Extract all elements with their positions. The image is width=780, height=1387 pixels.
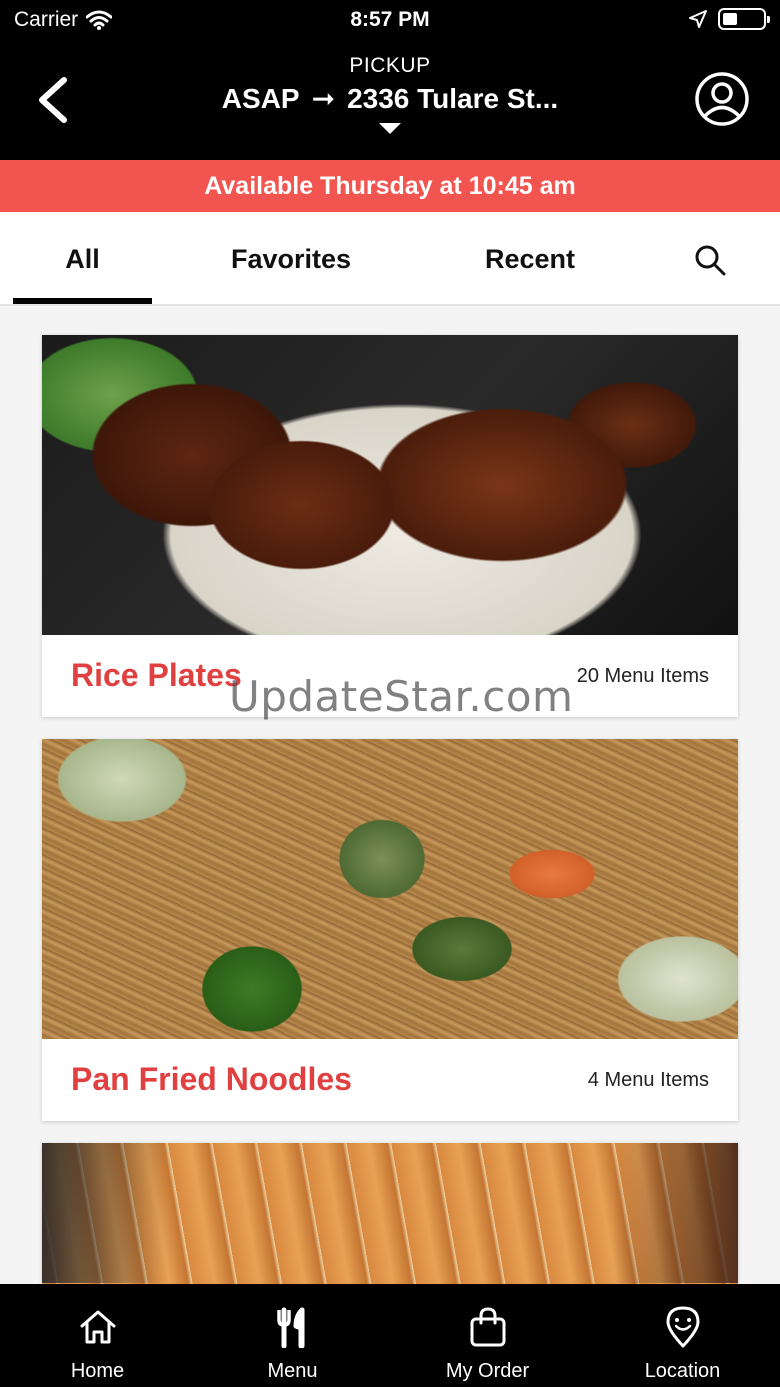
status-bar: Carrier 8:57 PM bbox=[0, 0, 780, 40]
category-title: Rice Plates bbox=[71, 657, 242, 693]
category-image bbox=[42, 335, 738, 635]
pickup-address: 2336 Tulare St... bbox=[347, 82, 559, 114]
tabbar-label-my-order: My Order bbox=[445, 1360, 530, 1382]
card-footer: Pan Fried Noodles 4 Menu Items bbox=[42, 1039, 738, 1121]
back-button[interactable] bbox=[26, 70, 80, 130]
menu-item-count: 4 Menu Items bbox=[587, 1069, 709, 1091]
caret-down-icon bbox=[379, 123, 401, 134]
bottom-tab-bar: Home Menu My Order Location bbox=[0, 1284, 780, 1387]
tabbar-item-location[interactable]: Location bbox=[585, 1284, 780, 1387]
shopping-bag-icon bbox=[470, 1307, 506, 1347]
search-icon[interactable] bbox=[690, 240, 730, 280]
tab-all[interactable]: All bbox=[13, 212, 152, 304]
category-card-rice-plates[interactable]: Rice Plates 20 Menu Items bbox=[42, 335, 738, 717]
watermark: UpdateStar.com bbox=[229, 672, 574, 721]
filter-tabs: All Favorites Recent bbox=[0, 212, 780, 306]
tabbar-label-menu: Menu bbox=[267, 1360, 318, 1382]
status-right bbox=[688, 8, 770, 30]
category-title: Pan Fried Noodles bbox=[71, 1061, 352, 1097]
category-card-partial[interactable] bbox=[42, 1143, 738, 1284]
profile-button[interactable] bbox=[694, 71, 750, 127]
pickup-selector[interactable]: PICKUP ASAP ➞ 2336 Tulare St... bbox=[150, 54, 630, 134]
battery-icon bbox=[718, 8, 770, 30]
category-list: Rice Plates 20 Menu Items Pan Fried Nood… bbox=[0, 306, 780, 1284]
arrow-right-icon: ➞ bbox=[311, 83, 336, 114]
location-pin-icon bbox=[666, 1306, 700, 1348]
active-tab-indicator bbox=[13, 298, 152, 304]
tabbar-item-menu[interactable]: Menu bbox=[195, 1284, 390, 1387]
category-image bbox=[42, 739, 738, 1039]
tab-favorites[interactable]: Favorites bbox=[200, 212, 382, 304]
category-card-pan-fried-noodles[interactable]: Pan Fried Noodles 4 Menu Items bbox=[42, 739, 738, 1121]
pickup-time: ASAP bbox=[221, 82, 300, 114]
fork-knife-icon bbox=[277, 1307, 305, 1348]
header: PICKUP ASAP ➞ 2336 Tulare St... bbox=[0, 40, 780, 160]
category-image bbox=[42, 1143, 738, 1284]
tabbar-item-my-order[interactable]: My Order bbox=[390, 1284, 585, 1387]
status-time: 8:57 PM bbox=[350, 8, 430, 31]
menu-item-count: 20 Menu Items bbox=[576, 665, 709, 687]
tabbar-label-location: Location bbox=[644, 1360, 721, 1382]
pickup-mode-label: PICKUP bbox=[349, 54, 431, 77]
home-icon bbox=[80, 1310, 116, 1344]
location-arrow-icon bbox=[689, 10, 707, 28]
availability-banner: Available Thursday at 10:45 am bbox=[0, 160, 780, 212]
tabbar-item-home[interactable]: Home bbox=[0, 1284, 195, 1387]
tab-recent[interactable]: Recent bbox=[450, 212, 610, 304]
tabbar-label-home: Home bbox=[70, 1360, 125, 1382]
pickup-details: ASAP ➞ 2336 Tulare St... bbox=[150, 82, 630, 115]
